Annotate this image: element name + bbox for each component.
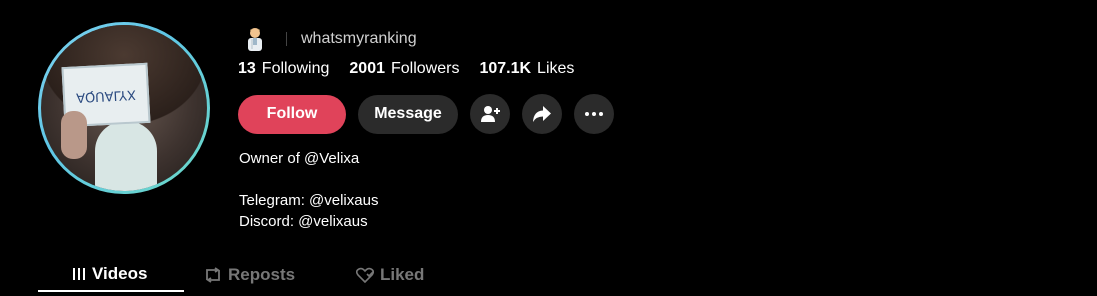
followers-label: Followers (390, 60, 460, 77)
username-divider (286, 32, 287, 46)
add-friend-button[interactable] (470, 94, 510, 134)
followers-stat[interactable]: 2001 Followers (349, 60, 459, 78)
likes-label: Likes (537, 60, 575, 77)
grid-icon (73, 268, 85, 280)
avatar-shirt (95, 121, 157, 191)
following-count: 13 (238, 60, 256, 77)
profile-tabs: Videos Reposts Liked (38, 258, 424, 292)
profile-stats: 13 Following 2001 Followers 107.1K Likes (238, 60, 594, 78)
followers-count: 2001 (349, 60, 385, 77)
profile-actions: Follow Message (238, 94, 626, 134)
following-stat[interactable]: 13 Following (238, 60, 329, 78)
avatar-paper-text: AQUALYX (75, 85, 137, 105)
username: whatsmyranking (301, 30, 417, 47)
username-row: whatsmyranking (240, 24, 417, 54)
bio-line-discord: Discord: @velixaus (239, 213, 368, 230)
scientist-emoji-icon (240, 24, 270, 54)
tab-liked[interactable]: Liked (342, 258, 424, 292)
tab-videos-label: Videos (92, 264, 148, 283)
profile-avatar[interactable]: AQUALYX (38, 22, 210, 194)
likes-stat: 107.1K Likes (479, 60, 574, 78)
bio-line-telegram: Telegram: @velixaus (239, 192, 379, 209)
tab-reposts-label: Reposts (228, 265, 296, 284)
avatar-hand (61, 111, 87, 159)
more-button[interactable] (574, 94, 614, 134)
bio-line-owner: Owner of @Velixa (239, 150, 360, 167)
share-button[interactable] (522, 94, 562, 134)
tab-liked-label: Liked (380, 265, 425, 284)
tab-reposts[interactable]: Reposts (184, 258, 342, 292)
likes-count: 107.1K (479, 60, 532, 77)
share-icon (533, 106, 551, 122)
message-button[interactable]: Message (358, 94, 458, 134)
tab-videos[interactable]: Videos (38, 258, 184, 292)
following-label: Following (261, 60, 330, 77)
repost-icon (206, 267, 220, 283)
follow-button[interactable]: Follow (238, 94, 346, 134)
more-icon (585, 112, 603, 116)
heart-icon (356, 267, 374, 283)
avatar-image: AQUALYX (41, 25, 207, 191)
add-friend-icon (481, 106, 500, 122)
